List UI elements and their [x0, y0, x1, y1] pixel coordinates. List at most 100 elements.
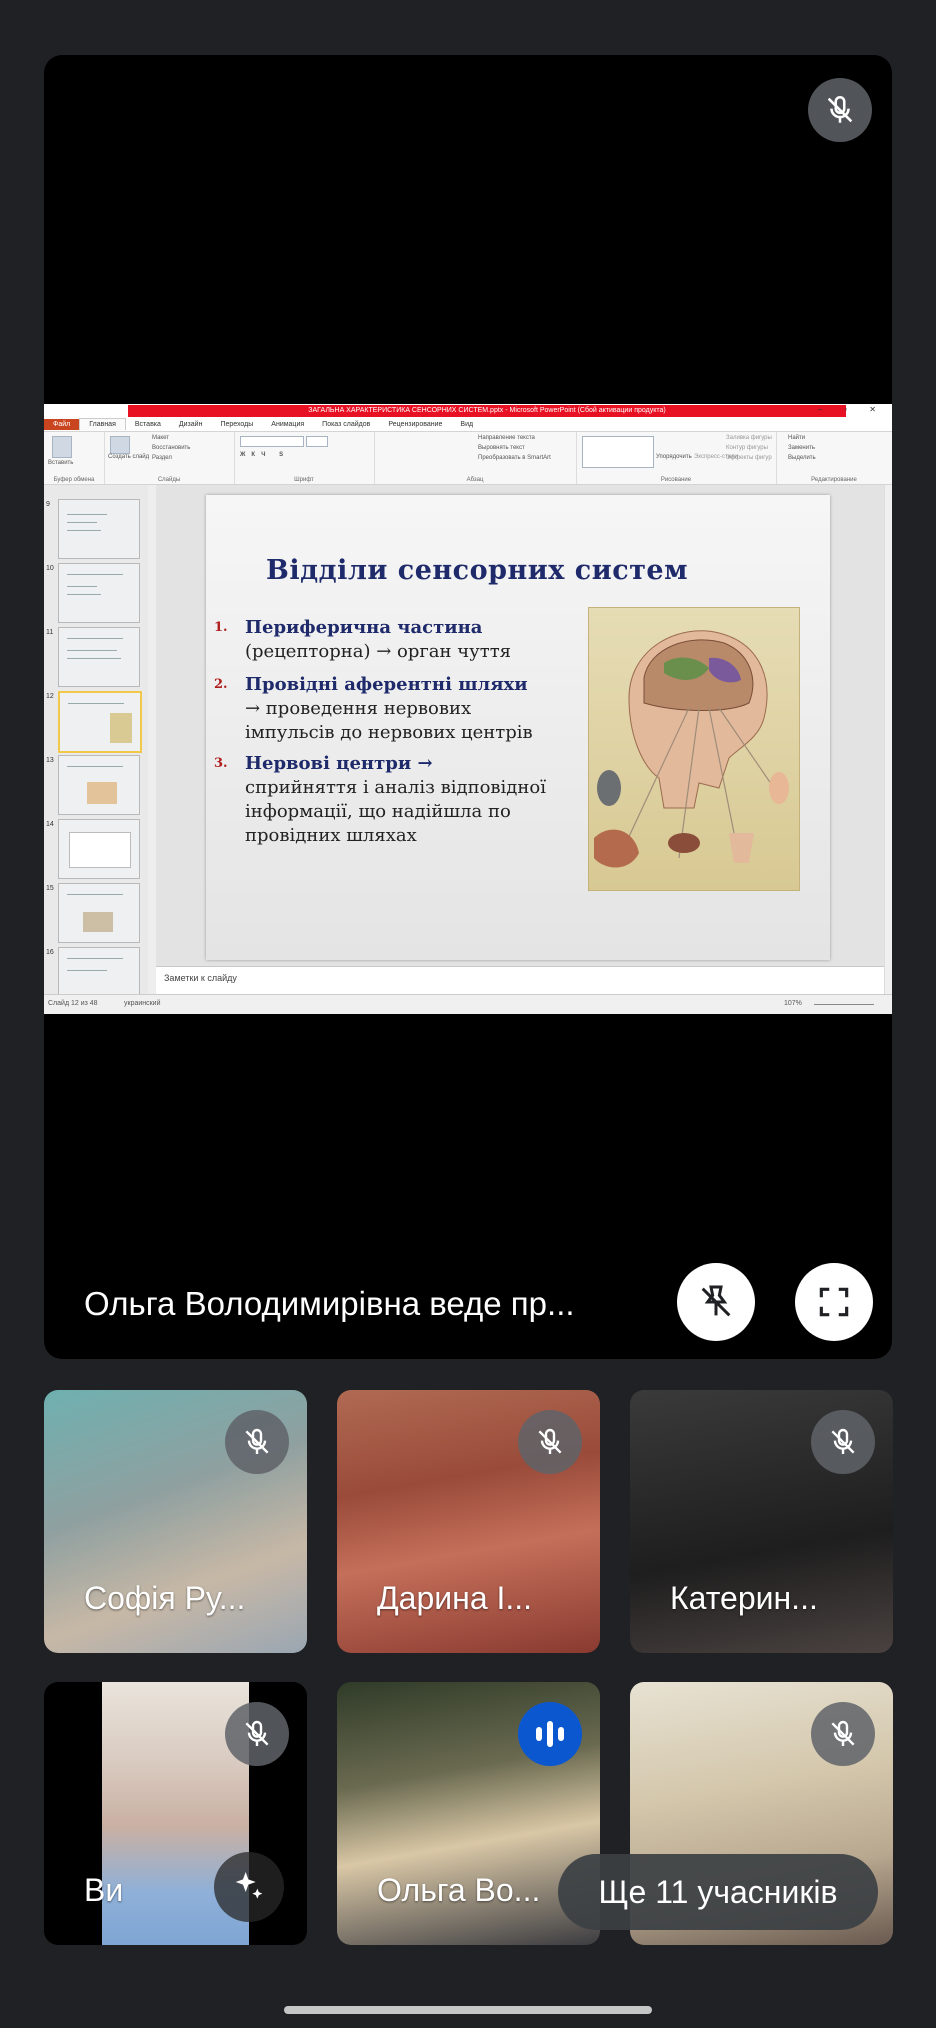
font-size-select[interactable] — [306, 436, 328, 447]
tab-insert[interactable]: Вставка — [126, 419, 170, 430]
align-text-button[interactable]: Выровнять текст — [478, 445, 525, 451]
arrange-button[interactable]: Упорядочить — [656, 454, 692, 460]
slide-thumbnail-selected[interactable] — [58, 691, 142, 753]
tab-slideshow[interactable]: Показ слайдов — [313, 419, 379, 430]
paste-icon[interactable] — [52, 436, 72, 458]
paste-button[interactable]: Вставить — [48, 460, 73, 466]
speaking-icon — [518, 1702, 582, 1766]
shape-effects-button[interactable]: Эффекты фигур — [726, 455, 772, 461]
zoom-level: 107% — [784, 1000, 802, 1007]
notes-pane[interactable]: Заметки к слайду — [156, 966, 884, 995]
thumb-number: 14 — [46, 821, 54, 828]
more-participants-button[interactable]: Ще 11 учасників — [558, 1854, 878, 1930]
slide-thumbnail[interactable] — [58, 819, 140, 879]
fullscreen-icon — [819, 1287, 849, 1317]
mic-off-icon — [811, 1702, 875, 1766]
tab-transitions[interactable]: Переходы — [211, 419, 262, 430]
shared-screen: ЗАГАЛЬНА ХАРАКТЕРИСТИКА СЕНСОРНИХ СИСТЕМ… — [44, 404, 892, 1014]
shape-fill-button[interactable]: Заливка фигуры — [726, 435, 772, 441]
ribbon-tabs: Файл Главная Вставка Дизайн Переходы Анимация… — [44, 418, 892, 432]
presenter-label: Ольга Володимирівна веде пр... — [84, 1285, 575, 1322]
text-direction-button[interactable]: Направление текста — [478, 435, 535, 441]
section-button[interactable]: Раздел — [152, 455, 172, 461]
smartart-button[interactable]: Преобразовать в SmartArt — [478, 455, 551, 461]
mic-off-icon — [811, 1410, 875, 1474]
participant-tile[interactable]: Софія Ру... — [44, 1390, 307, 1653]
tab-home[interactable]: Главная — [79, 418, 126, 430]
mic-off-icon — [225, 1410, 289, 1474]
powerpoint-titlebar: ЗАГАЛЬНА ХАРАКТЕРИСТИКА СЕНСОРНИХ СИСТЕМ… — [44, 404, 892, 418]
slide-thumbnail[interactable] — [58, 563, 140, 623]
slide-thumbnail[interactable] — [58, 883, 140, 943]
item-line: сприйняття і аналіз відповідної — [245, 777, 546, 798]
font-name-select[interactable] — [240, 436, 304, 447]
thumb-number: 16 — [46, 949, 54, 956]
new-slide-icon[interactable] — [110, 436, 130, 454]
thumbnail-scrollbar[interactable] — [148, 485, 156, 994]
thumb-number: 13 — [46, 757, 54, 764]
participant-name: Софія Ру... — [84, 1580, 246, 1616]
group-label: Слайды — [157, 477, 181, 483]
item-number: 2. — [214, 677, 228, 692]
participant-tile[interactable]: Катерин... — [630, 1390, 893, 1653]
tab-review[interactable]: Рецензирование — [379, 419, 451, 430]
item-heading: Провідні аферентні шляхи — [245, 674, 528, 695]
group-label: Шрифт — [294, 477, 314, 483]
tab-file[interactable]: Файл — [44, 419, 80, 430]
participant-tile[interactable]: Дарина І... — [337, 1390, 600, 1653]
layout-button[interactable]: Макет — [152, 435, 169, 441]
ribbon-group-drawing: Упорядочить Экспресс-стили Заливка фигур… — [576, 432, 777, 484]
thumb-number: 15 — [46, 885, 54, 892]
replace-button[interactable]: Заменить — [788, 445, 815, 451]
home-indicator[interactable] — [284, 2006, 652, 2014]
slide-thumbnail[interactable] — [58, 755, 140, 815]
tab-view[interactable]: Вид — [451, 419, 482, 430]
current-slide[interactable]: Відділи сенсорних систем 1. Периферична … — [206, 495, 830, 960]
slide-editor: Відділи сенсорних систем 1. Периферична … — [156, 485, 884, 966]
group-label: Редактирование — [811, 477, 857, 483]
item-line: інформації, що надійшла по — [245, 801, 511, 822]
fullscreen-button[interactable] — [795, 1263, 873, 1341]
item-heading: Нервові центри → — [245, 753, 433, 774]
presenter-tile[interactable]: ЗАГАЛЬНА ХАРАКТЕРИСТИКА СЕНСОРНИХ СИСТЕМ… — [44, 55, 892, 1359]
ribbon-group-paragraph: Направление текста Выровнять текст Преоб… — [374, 432, 577, 484]
mic-off-icon — [518, 1410, 582, 1474]
thumb-number: 12 — [46, 693, 54, 700]
slide-scrollbar[interactable] — [884, 485, 892, 994]
ribbon-group-editing: Найти Заменить Выделить Редактирование — [776, 432, 892, 484]
zoom-slider[interactable] — [814, 1004, 874, 1005]
font-format-buttons[interactable]: ЖКЧ S — [240, 452, 289, 458]
item-number: 3. — [214, 756, 228, 771]
shape-outline-button[interactable]: Контур фигуры — [726, 445, 768, 451]
self-tile[interactable]: Ви — [44, 1682, 307, 1945]
slide-title: Відділи сенсорних систем — [266, 555, 689, 586]
ribbon-group-slides: Создать слайд Макет Восстановить Раздел … — [104, 432, 235, 484]
tab-design[interactable]: Дизайн — [170, 419, 212, 430]
thumb-number: 10 — [46, 565, 54, 572]
ribbon-group-font: ЖКЧ S Шрифт — [234, 432, 375, 484]
status-bar: Слайд 12 из 48 украинский 107% — [44, 994, 892, 1014]
find-button[interactable]: Найти — [788, 435, 805, 441]
slide-thumbnail[interactable] — [58, 499, 140, 559]
select-button[interactable]: Выделить — [788, 455, 816, 461]
group-label: Абзац — [466, 477, 484, 483]
participant-name: Ольга Во... — [377, 1872, 541, 1908]
mic-off-icon — [225, 1702, 289, 1766]
group-label: Буфер обмена — [53, 477, 95, 483]
tab-animation[interactable]: Анимация — [262, 419, 313, 430]
unpin-button[interactable] — [677, 1263, 755, 1341]
group-label: Рисование — [660, 477, 692, 483]
slide-thumbnail[interactable] — [58, 947, 140, 994]
item-number: 1. — [214, 620, 228, 635]
brain-diagram-image — [588, 607, 800, 891]
participant-name: Ви — [84, 1872, 124, 1908]
slide-thumbnails-panel: 9 10 11 12 13 14 15 16 — [44, 485, 149, 994]
unpin-icon — [701, 1285, 731, 1317]
shapes-gallery[interactable] — [582, 436, 654, 468]
effects-button[interactable] — [214, 1852, 284, 1922]
create-slide-button[interactable]: Создать слайд — [108, 454, 149, 460]
slide-counter: Слайд 12 из 48 — [48, 1000, 98, 1007]
slide-thumbnail[interactable] — [58, 627, 140, 687]
thumb-number: 9 — [46, 501, 50, 508]
reset-button[interactable]: Восстановить — [152, 445, 190, 451]
